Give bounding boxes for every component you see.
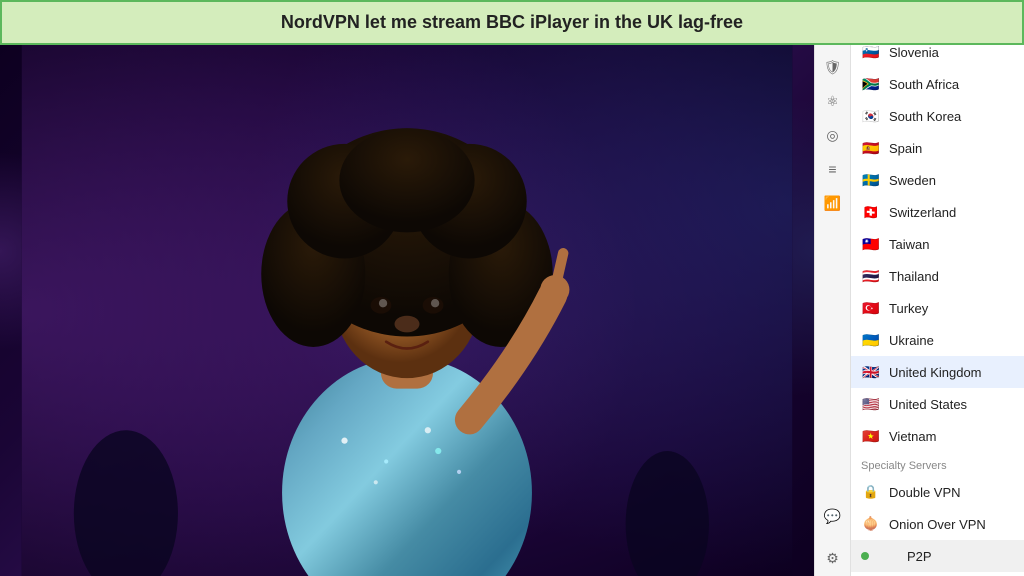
- green-dot: [861, 552, 869, 560]
- specialty-item[interactable]: 🧅 Onion Over VPN: [851, 508, 1024, 540]
- country-name: United Kingdom: [889, 365, 982, 380]
- specialty-icon: 🧅: [861, 514, 881, 534]
- stats-icon[interactable]: 📶: [823, 193, 843, 213]
- country-item[interactable]: 🇺🇦 Ukraine: [851, 324, 1024, 356]
- country-item[interactable]: 🇹🇷 Turkey: [851, 292, 1024, 324]
- country-name: Taiwan: [889, 237, 929, 252]
- app-container: NordVPN let me stream BBC iPlayer in the…: [0, 0, 1024, 576]
- country-name: Sweden: [889, 173, 936, 188]
- country-name: United States: [889, 397, 967, 412]
- country-flag: 🇿🇦: [861, 74, 881, 94]
- chat-icon[interactable]: 💬: [823, 506, 843, 526]
- country-flag: 🇺🇦: [861, 330, 881, 350]
- country-name: Vietnam: [889, 429, 936, 444]
- specialty-item[interactable]: 🔒 Double VPN: [851, 476, 1024, 508]
- country-name: Spain: [889, 141, 922, 156]
- nodes-icon[interactable]: ⚛: [823, 91, 843, 111]
- country-item[interactable]: 🇺🇸 United States: [851, 388, 1024, 420]
- country-flag: 🇬🇧: [861, 362, 881, 382]
- country-name: Slovenia: [889, 45, 939, 60]
- country-flag: 🇸🇮: [861, 45, 881, 62]
- country-name: Ukraine: [889, 333, 934, 348]
- settings-icon[interactable]: ⚙: [823, 548, 843, 568]
- country-flag: 🇺🇸: [861, 394, 881, 414]
- country-item[interactable]: 🇨🇭 Switzerland: [851, 196, 1024, 228]
- specialty-name: P2P: [907, 549, 932, 564]
- video-content: [0, 45, 814, 576]
- sidebar: 🛡 ⚛ ◎ ≡ 📶 💬 ⚙ 🇸🇰Slovakia🇸🇮Slovenia🇿🇦Sout…: [814, 45, 1024, 576]
- country-flag: 🇪🇸: [861, 138, 881, 158]
- specialty-icon: 🔒: [861, 482, 881, 502]
- country-flag: 🇻🇳: [861, 426, 881, 446]
- country-flag: 🇸🇪: [861, 170, 881, 190]
- country-item[interactable]: 🇿🇦 South Africa: [851, 68, 1024, 100]
- country-name: South Africa: [889, 77, 959, 92]
- country-name: South Korea: [889, 109, 961, 124]
- country-list[interactable]: 🇸🇰Slovakia🇸🇮Slovenia🇿🇦South Africa🇰🇷Sout…: [851, 45, 1024, 576]
- country-flag: 🇰🇷: [861, 106, 881, 126]
- video-frame: [0, 45, 814, 576]
- country-flag: 🇹🇷: [861, 298, 881, 318]
- target-icon[interactable]: ◎: [823, 125, 843, 145]
- country-item[interactable]: 🇰🇷 South Korea: [851, 100, 1024, 132]
- country-name: Switzerland: [889, 205, 956, 220]
- country-item[interactable]: 🇪🇸 Spain: [851, 132, 1024, 164]
- specialty-item[interactable]: P2P: [851, 540, 1024, 572]
- video-player[interactable]: BBC: [0, 45, 814, 576]
- country-flag: 🇹🇼: [861, 234, 881, 254]
- country-flag: 🇨🇭: [861, 202, 881, 222]
- country-name: Thailand: [889, 269, 939, 284]
- specialty-icon: [879, 546, 899, 566]
- country-item[interactable]: 🇹🇭 Thailand: [851, 260, 1024, 292]
- country-flag: 🇹🇭: [861, 266, 881, 286]
- country-item[interactable]: 🇬🇧 United Kingdom: [851, 356, 1024, 388]
- country-item[interactable]: 🇸🇮 Slovenia: [851, 45, 1024, 68]
- promo-banner: NordVPN let me stream BBC iPlayer in the…: [0, 0, 1024, 45]
- shield-icon[interactable]: 🛡: [823, 57, 843, 77]
- layers-icon[interactable]: ≡: [823, 159, 843, 179]
- main-area: BBC: [0, 45, 1024, 576]
- country-item[interactable]: 🇸🇪 Sweden: [851, 164, 1024, 196]
- banner-text: NordVPN let me stream BBC iPlayer in the…: [281, 12, 743, 32]
- country-name: Turkey: [889, 301, 928, 316]
- specialty-name: Onion Over VPN: [889, 517, 986, 532]
- specialty-section-label: Specialty Servers: [851, 452, 1024, 476]
- country-item[interactable]: 🇻🇳 Vietnam: [851, 420, 1024, 452]
- country-item[interactable]: 🇹🇼 Taiwan: [851, 228, 1024, 260]
- sidebar-icon-bar: 🛡 ⚛ ◎ ≡ 📶 💬 ⚙: [815, 45, 851, 576]
- specialty-name: Double VPN: [889, 485, 961, 500]
